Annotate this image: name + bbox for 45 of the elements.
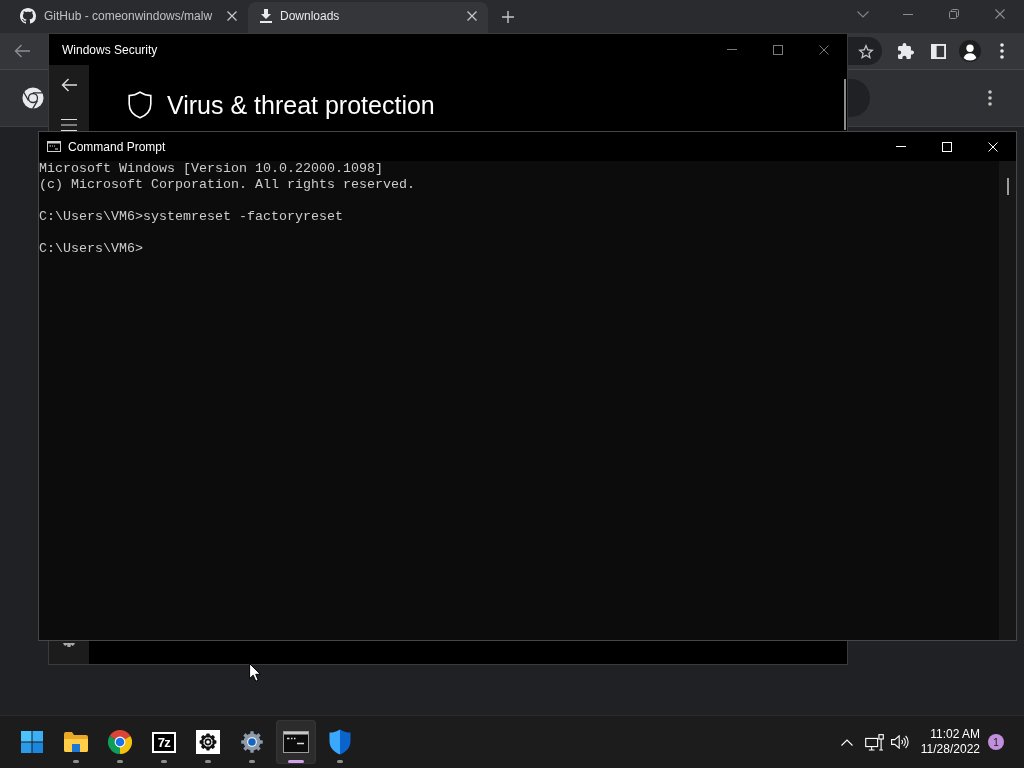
scroll-thumb[interactable] [1007, 178, 1009, 195]
console-line: C:\Users\VM6> [39, 241, 144, 257]
plus-icon[interactable] [502, 10, 514, 23]
window-title: Windows Security [61, 42, 158, 57]
window-title: Command Prompt [68, 139, 166, 154]
clock-button[interactable]: 11:02 AM 11/28/2022 [916, 722, 984, 762]
minimize-icon[interactable] [903, 13, 913, 15]
star-icon[interactable] [858, 43, 874, 59]
shield-icon [128, 91, 152, 119]
close-icon[interactable] [227, 11, 237, 21]
chevron-up-icon[interactable] [840, 738, 853, 746]
taskbar-button[interactable] [276, 720, 316, 764]
scrollbar[interactable] [999, 161, 1016, 640]
browser-tab[interactable]: Downloads [248, 2, 488, 33]
terminal-icon [47, 141, 61, 152]
gear-icon [196, 730, 220, 754]
scrollbar[interactable] [844, 79, 846, 130]
more-icon[interactable] [988, 90, 992, 106]
start-icon[interactable] [21, 731, 43, 753]
puzzle-icon[interactable] [898, 43, 914, 59]
browser-icon [108, 730, 132, 754]
chevron-down-icon[interactable] [857, 10, 869, 18]
browser-tab[interactable]: GitHub - comeonwindows/malw [8, 2, 248, 33]
close-icon[interactable] [467, 11, 477, 21]
menu-icon[interactable] [61, 119, 77, 131]
notification-badge[interactable]: 1 [988, 734, 1004, 750]
shield-icon [329, 729, 351, 755]
gear-icon [240, 730, 264, 754]
console-line: Microsoft Windows [Version 10.0.22000.1098] [39, 161, 384, 177]
taskbar-button[interactable]: 7z [144, 720, 184, 764]
restore-icon[interactable] [949, 9, 959, 19]
download-icon [260, 9, 272, 23]
side-panel-icon[interactable] [930, 43, 946, 59]
network-icon[interactable] [864, 733, 884, 751]
site-logo-icon [20, 8, 36, 24]
console-line: (c) Microsoft Corporation. All rights reserved. [39, 177, 416, 193]
speaker-icon[interactable] [890, 735, 909, 749]
page-heading: Virus & threat protection [167, 91, 435, 119]
address-bar[interactable] [848, 37, 882, 65]
search-field[interactable] [848, 79, 870, 117]
terminal-icon [283, 731, 309, 753]
console-line: C:\Users\VM6>systemreset -factoryreset [39, 209, 344, 225]
logo-icon [22, 87, 44, 109]
more-icon[interactable] [1000, 43, 1004, 59]
folder-icon [64, 732, 88, 752]
